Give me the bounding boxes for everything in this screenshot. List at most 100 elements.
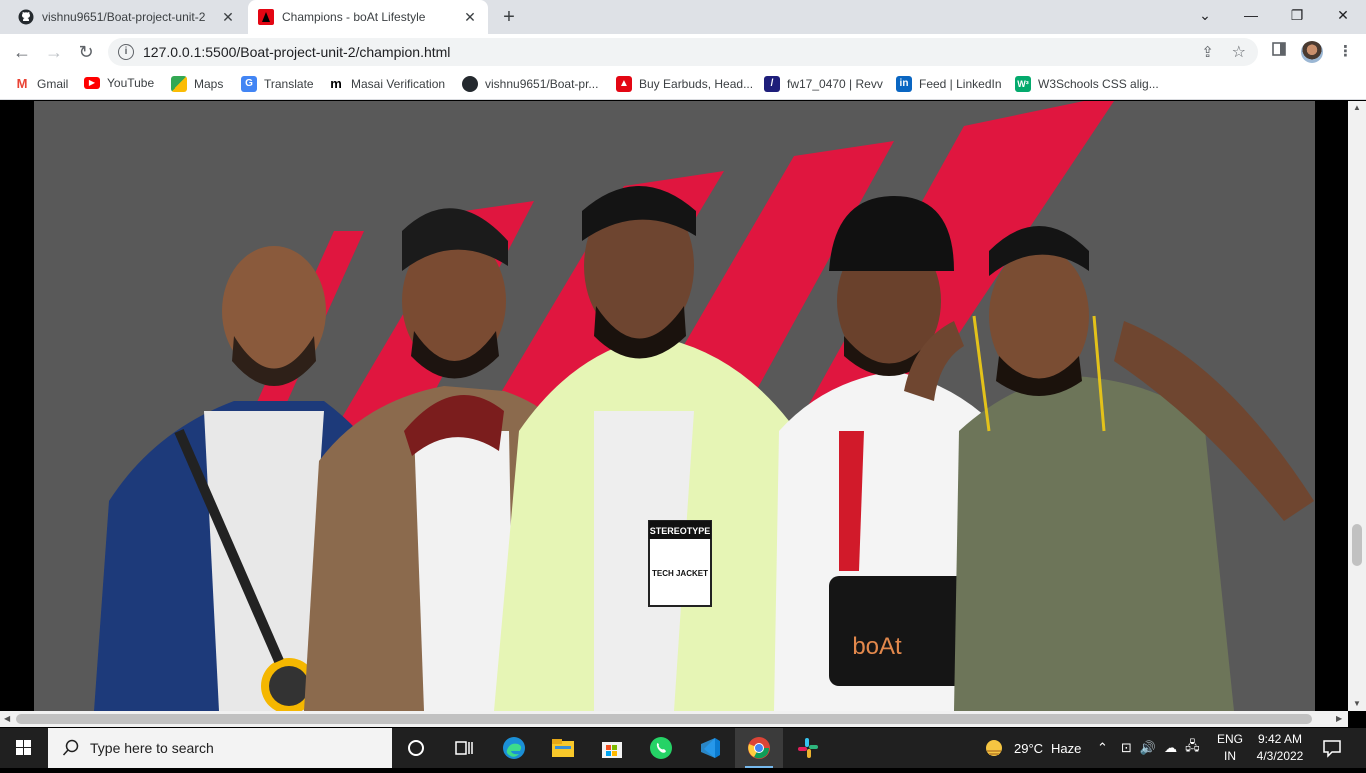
minimize-button[interactable]: —: [1228, 0, 1274, 32]
translate-icon: G: [241, 76, 257, 92]
bookmarks-bar: M Gmail ▶ YouTube Maps G Translate m Mas…: [0, 70, 1366, 100]
reload-button[interactable]: ↻: [72, 38, 100, 66]
bookmark-gmail[interactable]: M Gmail: [14, 76, 68, 92]
bookmark-label: Feed | LinkedIn: [919, 77, 1002, 91]
bookmark-label: Translate: [264, 77, 314, 91]
edge-app[interactable]: [490, 728, 538, 768]
gmail-icon: M: [14, 76, 30, 92]
menu-kebab-icon[interactable]: ⋮: [1338, 42, 1353, 60]
hardware-icon[interactable]: ⊡: [1121, 740, 1132, 756]
clock[interactable]: 9:42 AM 4/3/2022: [1250, 731, 1310, 765]
bookmark-translate[interactable]: G Translate: [241, 76, 314, 92]
linkedin-icon: in: [896, 76, 912, 92]
vscode-app[interactable]: [686, 728, 734, 768]
back-button[interactable]: ←: [8, 38, 36, 66]
bookmark-github[interactable]: vishnu9651/Boat-pr...: [462, 76, 598, 92]
vertical-scrollbar[interactable]: ▲ ▼: [1348, 101, 1366, 711]
volume-icon[interactable]: 🔊: [1140, 740, 1156, 756]
cortana-button[interactable]: [392, 728, 440, 768]
tab-github[interactable]: vishnu9651/Boat-project-unit-2 ✕: [8, 0, 246, 34]
bookmark-w3schools[interactable]: W³ W3Schools CSS alig...: [1015, 76, 1159, 92]
chevron-up-icon[interactable]: ⌃: [1097, 740, 1108, 756]
weather-temp: 29°C: [1014, 740, 1044, 756]
jacket-label-stereotype: STEREOTYPE: [650, 526, 711, 536]
address-bar[interactable]: i 127.0.0.1:5500/Boat-project-unit-2/cha…: [108, 38, 1258, 66]
github-icon: [18, 9, 34, 25]
scroll-right-icon[interactable]: ▶: [1336, 714, 1342, 723]
onedrive-cloud-icon[interactable]: ☁: [1164, 740, 1177, 756]
bookmark-linkedin[interactable]: in Feed | LinkedIn: [896, 76, 1002, 92]
chrome-icon: [748, 737, 770, 759]
language-code: ENG: [1216, 732, 1243, 746]
language-indicator[interactable]: ENG IN: [1212, 731, 1248, 765]
jacket-label-tech: TECH JACKET: [652, 569, 708, 578]
microsoft-store-app[interactable]: [588, 728, 636, 768]
vertical-scroll-thumb[interactable]: [1352, 524, 1362, 566]
windows-logo-icon: [16, 740, 31, 755]
notification-center-button[interactable]: [1322, 738, 1342, 763]
tab-champions[interactable]: Champions - boAt Lifestyle ✕: [248, 0, 488, 34]
weather-widget[interactable]: 29°C Haze: [984, 728, 1081, 768]
side-panel-icon[interactable]: [1272, 42, 1286, 60]
horizontal-scroll-thumb[interactable]: [16, 714, 1312, 724]
close-tab-icon[interactable]: ✕: [220, 9, 236, 25]
site-info-icon[interactable]: i: [118, 44, 134, 60]
system-tray-icons: ⊡ 🔊 ☁ 🖧: [1121, 728, 1200, 768]
w3schools-icon: W³: [1015, 76, 1031, 92]
maximize-button[interactable]: ❐: [1274, 0, 1320, 32]
bookmark-label: Masai Verification: [351, 77, 446, 91]
bookmark-label: YouTube: [107, 76, 155, 90]
browser-toolbar: ← → ↻ i 127.0.0.1:5500/Boat-project-unit…: [0, 34, 1366, 70]
bookmark-label: W3Schools CSS alig...: [1038, 77, 1159, 91]
bookmark-youtube[interactable]: ▶ YouTube: [84, 76, 154, 90]
horizontal-scrollbar[interactable]: ◀ ▶: [0, 711, 1348, 727]
revv-icon: /: [764, 76, 780, 92]
bookmark-label: vishnu9651/Boat-pr...: [485, 77, 599, 91]
close-window-button[interactable]: ✕: [1320, 0, 1366, 32]
whatsapp-icon: [650, 737, 672, 759]
profile-avatar[interactable]: [1301, 41, 1323, 63]
new-tab-button[interactable]: +: [498, 7, 520, 29]
task-view-button[interactable]: [440, 728, 488, 768]
network-icon[interactable]: 🖧: [1185, 737, 1200, 759]
scroll-down-icon[interactable]: ▼: [1353, 699, 1361, 708]
scroll-up-icon[interactable]: ▲: [1353, 103, 1361, 112]
bookmark-boat[interactable]: ▲ Buy Earbuds, Head...: [616, 76, 753, 92]
slack-app[interactable]: [784, 728, 832, 768]
masai-icon: m: [328, 76, 344, 92]
bookmark-revv[interactable]: / fw17_0470 | Revv: [764, 76, 883, 92]
tab-search-dropdown-icon[interactable]: ⌄: [1182, 0, 1228, 32]
edge-icon: [503, 737, 525, 759]
notification-icon: [1323, 740, 1341, 758]
champions-hero-image: STEREOTYPE TECH JACKET boAt: [34, 101, 1315, 711]
share-icon[interactable]: ⇪: [1201, 43, 1214, 61]
hero-illustration: STEREOTYPE TECH JACKET boAt: [94, 101, 1314, 711]
weather-haze-icon: [986, 740, 1002, 756]
bookmark-label: fw17_0470 | Revv: [787, 77, 883, 91]
tab-title: Champions - boAt Lifestyle: [282, 10, 426, 24]
search-placeholder: Type here to search: [90, 740, 214, 756]
forward-button[interactable]: →: [40, 38, 68, 66]
file-explorer-icon: [552, 739, 574, 757]
task-view-icon: [455, 741, 473, 755]
taskbar-search-box[interactable]: Type here to search: [48, 728, 392, 768]
start-button[interactable]: [0, 728, 48, 768]
whatsapp-app[interactable]: [637, 728, 685, 768]
tab-title: vishnu9651/Boat-project-unit-2: [42, 10, 206, 24]
show-hidden-icons[interactable]: ⌃: [1097, 728, 1108, 768]
scroll-left-icon[interactable]: ◀: [4, 714, 10, 723]
url-text[interactable]: 127.0.0.1:5500/Boat-project-unit-2/champ…: [143, 44, 450, 60]
store-icon: [602, 742, 622, 758]
speaker-logo: boAt: [852, 633, 902, 660]
file-explorer-app[interactable]: [539, 728, 587, 768]
bookmark-star-icon[interactable]: ☆: [1232, 42, 1246, 62]
bookmark-label: Maps: [194, 77, 224, 91]
bookmark-masai[interactable]: m Masai Verification: [328, 76, 445, 92]
chrome-app[interactable]: [735, 728, 783, 768]
close-tab-icon[interactable]: ✕: [462, 9, 478, 25]
bookmark-maps[interactable]: Maps: [171, 76, 223, 92]
youtube-icon: ▶: [84, 77, 100, 89]
github-icon: [462, 76, 478, 92]
search-icon: [62, 739, 79, 756]
cortana-icon: [408, 740, 424, 756]
